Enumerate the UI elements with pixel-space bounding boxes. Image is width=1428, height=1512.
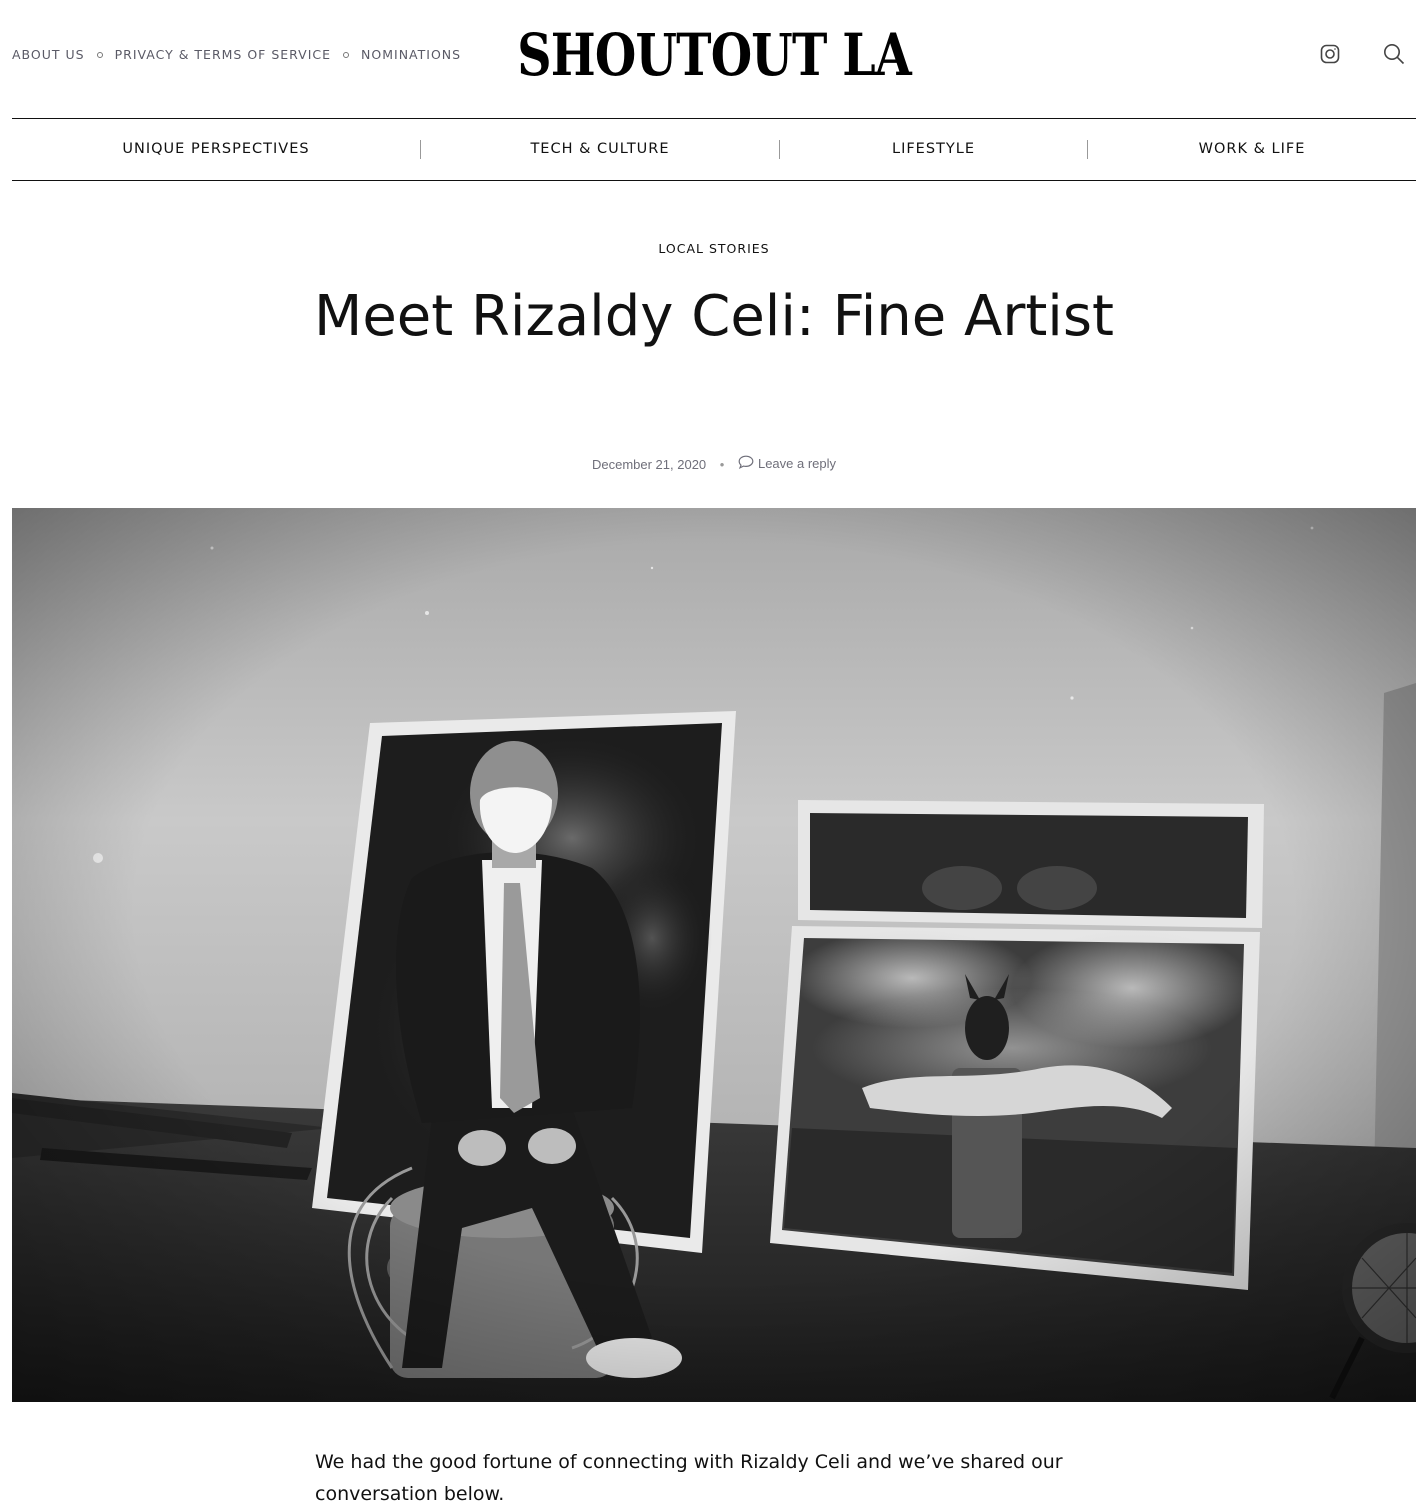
comment-icon (738, 455, 754, 472)
publish-date: December 21, 2020 (591, 457, 707, 472)
article-intro: We had the good fortune of connecting wi… (315, 1451, 1063, 1505)
featured-image (12, 508, 1416, 1402)
nav-unique-perspectives[interactable]: UNIQUE PERSPECTIVES (12, 119, 420, 180)
site-logo[interactable]: SHOUTOUT LA (0, 20, 1428, 90)
leave-reply-label: Leave a reply (757, 456, 837, 471)
leave-reply-link[interactable]: Leave a reply (738, 455, 836, 472)
article-meta: December 21, 2020 • Leave a reply (0, 455, 1428, 472)
nav-tech-culture[interactable]: TECH & CULTURE (421, 119, 779, 180)
site-header: ABOUT US PRIVACY & TERMS OF SERVICE NOMI… (0, 0, 1428, 118)
instagram-icon[interactable] (1318, 42, 1342, 66)
nav-work-life[interactable]: WORK & LIFE (1088, 119, 1416, 180)
category-label[interactable]: LOCAL STORIES (0, 241, 1428, 256)
nav-lifestyle[interactable]: LIFESTYLE (780, 119, 1087, 180)
search-icon[interactable] (1382, 42, 1406, 66)
category-nav: UNIQUE PERSPECTIVES TECH & CULTURE LIFES… (12, 118, 1416, 181)
article-title: Meet Rizaldy Celi: Fine Artist (314, 284, 1114, 349)
meta-separator: • (719, 457, 725, 472)
